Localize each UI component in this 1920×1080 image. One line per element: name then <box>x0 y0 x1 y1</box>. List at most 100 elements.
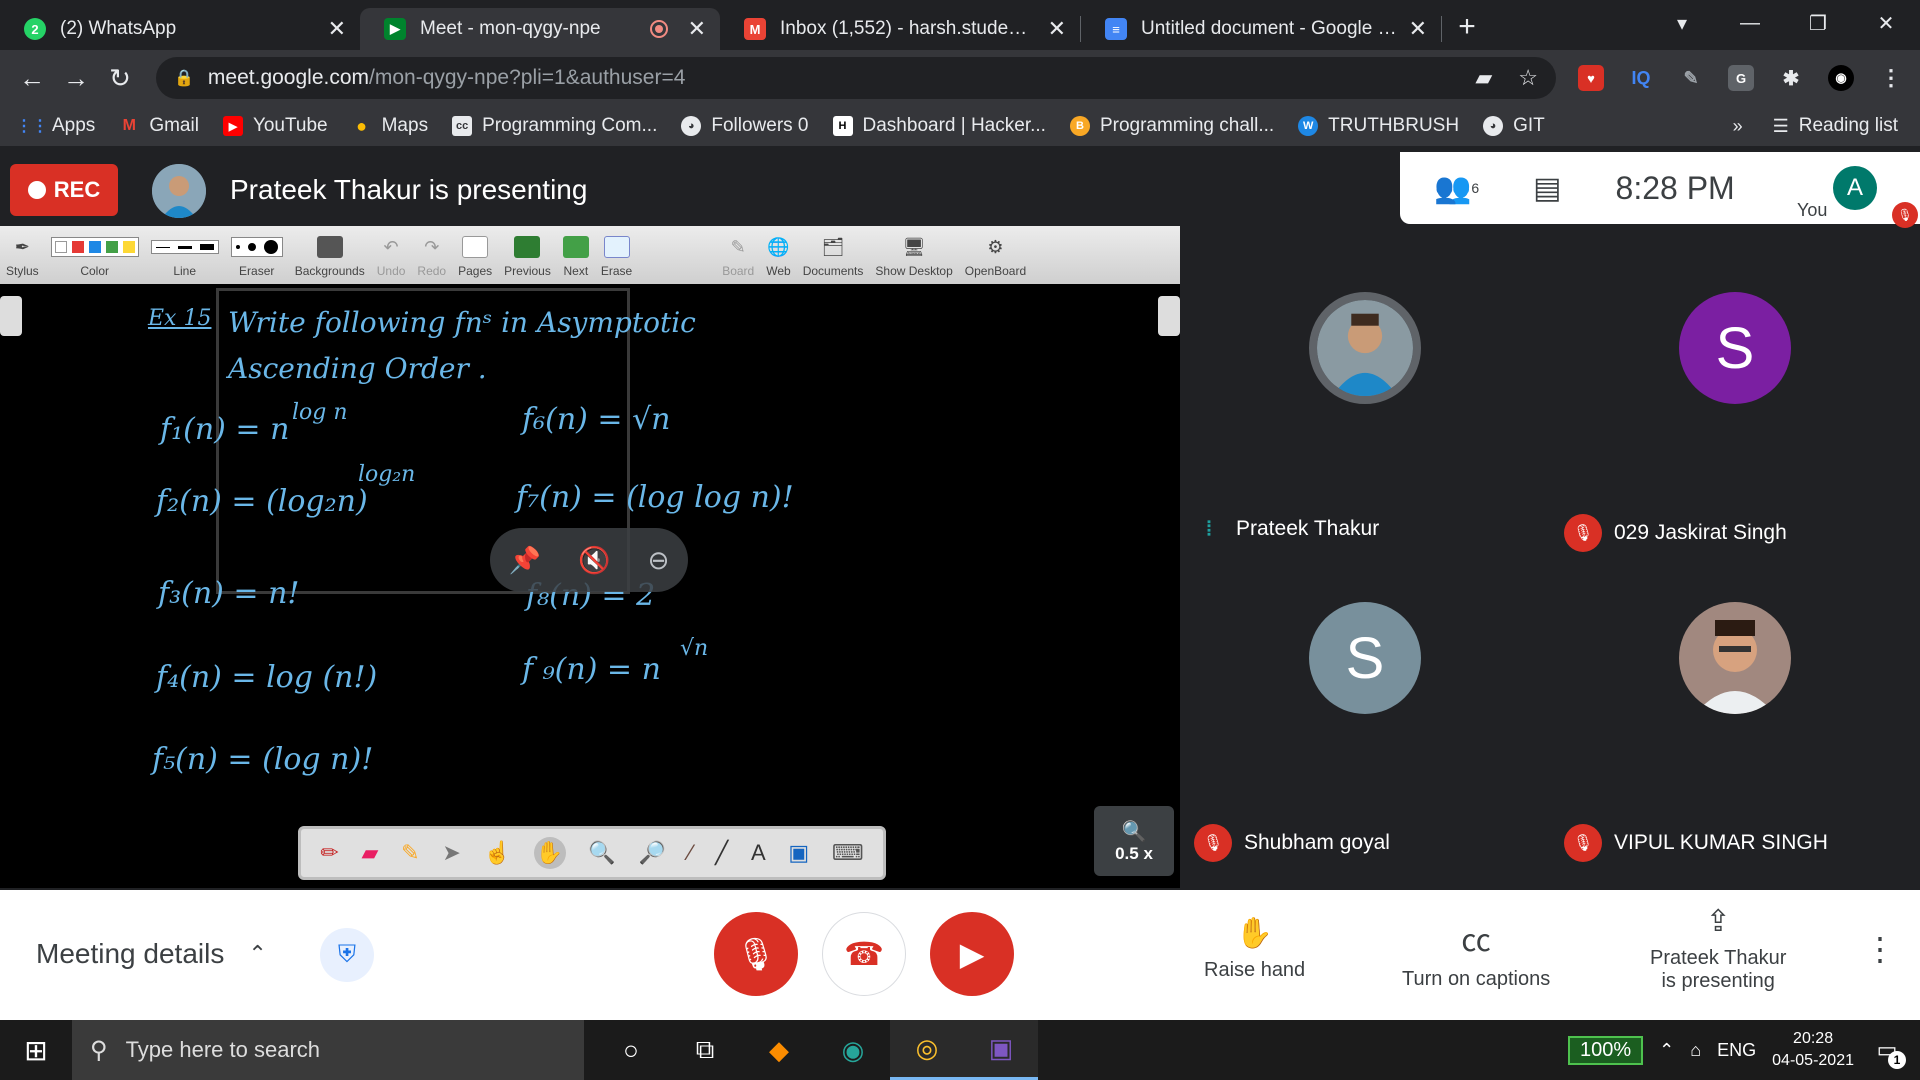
remove-icon[interactable]: ⊖ <box>648 545 670 576</box>
close-window-icon[interactable]: ✕ <box>1852 11 1920 36</box>
tab-whatsapp[interactable]: 2 (2) WhatsApp ✕ <box>0 8 360 50</box>
bookmark-programming-com[interactable]: cc Programming Com... <box>452 115 657 137</box>
chrome-menu-icon[interactable]: ⋮ <box>1878 65 1904 91</box>
tool-web[interactable]: 🌐 Web <box>766 234 790 279</box>
cortana-icon[interactable]: ○ <box>594 1020 668 1080</box>
participant-tile[interactable]: S 🎙 Shubham goyal <box>1180 558 1550 868</box>
line-width-selector[interactable] <box>150 240 219 254</box>
tool-pages[interactable]: Pages <box>458 234 492 278</box>
participant-tile[interactable]: ⦙ Prateek Thakur <box>1180 248 1550 558</box>
participant-tile[interactable]: S 🎙 029 Jaskirat Singh <box>1550 248 1920 558</box>
tool-openboard[interactable]: ⚙ OpenBoard <box>965 234 1026 279</box>
tool-previous[interactable]: Previous <box>504 234 551 278</box>
bookmark-hackerrank[interactable]: H Dashboard | Hacker... <box>832 115 1046 137</box>
bookmark-maps[interactable]: ● Maps <box>352 115 428 137</box>
network-icon[interactable]: ⌂ <box>1690 1040 1701 1061</box>
close-tab-icon[interactable]: ✕ <box>1048 16 1066 42</box>
tool-color[interactable]: Color <box>50 234 139 278</box>
tool-stylus[interactable]: ✒ Stylus <box>6 234 39 279</box>
tab-meet[interactable]: ▶ Meet - mon-qygy-npe ✕ <box>360 8 720 50</box>
system-clock[interactable]: 20:28 04-05-2021 <box>1772 1028 1854 1072</box>
tool-line[interactable]: Line <box>150 234 219 278</box>
pocket-extension-icon[interactable]: ♥ <box>1578 65 1604 91</box>
line-tool-icon[interactable]: ╱ <box>715 840 728 866</box>
zoom-in-tool-icon[interactable]: 🔍 <box>588 840 615 866</box>
battery-indicator[interactable]: 100% <box>1568 1035 1644 1065</box>
tab-gmail[interactable]: M Inbox (1,552) - harsh.student99@ ✕ <box>720 8 1080 50</box>
notifications-icon[interactable]: ▭ 1 <box>1870 1033 1906 1069</box>
bookmark-truthbrush[interactable]: W TRUTHBRUSH <box>1298 115 1459 137</box>
taskbar-search[interactable]: ⚲ Type here to search <box>72 1020 584 1080</box>
tool-eraser[interactable]: Eraser <box>230 234 283 278</box>
participant-tile[interactable]: 🎙 VIPUL KUMAR SINGH <box>1550 558 1920 868</box>
address-bar[interactable]: 🔒 meet.google.com/mon-qygy-npe?pli=1&aut… <box>156 57 1556 99</box>
camera-toggle-button[interactable]: ▶ <box>930 912 1014 996</box>
profile-avatar-icon[interactable]: ◉ <box>1828 65 1854 91</box>
tool-documents[interactable]: 🗂 Documents <box>803 234 864 279</box>
right-panel-toggle[interactable] <box>1158 296 1180 336</box>
close-tab-icon[interactable]: ✕ <box>688 16 706 42</box>
more-bookmarks-icon[interactable]: » <box>1733 116 1743 137</box>
forward-icon[interactable]: → <box>54 63 98 94</box>
captions-button[interactable]: ㏄ Turn on captions <box>1402 916 1550 991</box>
tab-search-icon[interactable]: ▾ <box>1648 11 1716 36</box>
reload-icon[interactable]: ↻ <box>98 63 142 94</box>
people-icon[interactable]: 👥 6 <box>1434 171 1479 206</box>
left-panel-toggle[interactable] <box>0 296 22 336</box>
leave-call-button[interactable]: ☎ <box>822 912 906 996</box>
laser-pointer-tool-icon[interactable]: ⁄ <box>689 840 693 866</box>
close-tab-icon[interactable]: ✕ <box>1409 16 1427 42</box>
tool-undo[interactable]: ↶ Undo <box>377 234 406 279</box>
show-hidden-icons-icon[interactable]: ⌃ <box>1659 1040 1674 1061</box>
selector-tool-icon[interactable]: ➤ <box>442 840 460 866</box>
bookmark-gmail[interactable]: M Gmail <box>119 115 199 137</box>
pen-extension-icon[interactable]: ✎ <box>1678 65 1704 91</box>
brave-browser-icon[interactable]: ◆ <box>742 1020 816 1080</box>
color-swatches[interactable] <box>50 237 139 257</box>
keyboard-tool-icon[interactable]: ⌨ <box>832 840 864 866</box>
minimize-icon[interactable]: — <box>1716 12 1784 35</box>
close-tab-icon[interactable]: ✕ <box>328 16 346 42</box>
new-tab-button[interactable]: + <box>1442 10 1492 44</box>
openboard-app-icon[interactable]: ▣ <box>964 1020 1038 1080</box>
bookmark-git[interactable]: ◕ GIT <box>1483 115 1545 137</box>
task-view-icon[interactable]: ⧉ <box>668 1020 742 1080</box>
pen-tool-icon[interactable]: ✏ <box>320 840 338 866</box>
text-tool-icon[interactable]: A <box>751 840 766 866</box>
recording-badge[interactable]: REC <box>10 164 118 216</box>
chrome-browser-icon[interactable]: ◎ <box>890 1020 964 1080</box>
restore-icon[interactable]: ❐ <box>1784 11 1852 36</box>
reading-list-button[interactable]: Reading list <box>1799 115 1898 137</box>
tool-backgrounds[interactable]: Backgrounds <box>295 234 365 278</box>
marker-tool-icon[interactable]: ✎ <box>401 840 419 866</box>
whiteboard-canvas[interactable]: Ex 15 Write following fnˢ in Asymptotic … <box>0 284 1180 888</box>
windows-start-icon[interactable]: ⊞ <box>0 1034 72 1067</box>
bookmark-programming-chall[interactable]: B Programming chall... <box>1069 115 1274 137</box>
eraser-tool-icon[interactable]: ▰ <box>362 840 379 866</box>
bookmark-followers[interactable]: ◕ Followers 0 <box>681 115 809 137</box>
mic-toggle-button[interactable]: 🎙 <box>714 912 798 996</box>
presenting-button[interactable]: ⇪ Prateek Thakur is presenting <box>1650 904 1786 993</box>
meeting-details-button[interactable]: Meeting details ⌃ <box>36 938 267 970</box>
more-options-icon[interactable]: ⋮ <box>1864 930 1896 968</box>
back-icon[interactable]: ← <box>10 63 54 94</box>
hand-tool-icon[interactable]: ✋ <box>533 837 566 869</box>
bookmark-youtube[interactable]: ▶ YouTube <box>222 115 328 137</box>
iq-extension-icon[interactable]: IQ <box>1628 65 1654 91</box>
tool-redo[interactable]: ↷ Redo <box>417 234 446 279</box>
eraser-size-selector[interactable] <box>230 237 283 257</box>
grammarly-extension-icon[interactable]: G <box>1728 65 1754 91</box>
mute-for-all-icon[interactable]: 🔇 <box>578 545 610 576</box>
extensions-puzzle-icon[interactable]: ✱ <box>1778 65 1804 91</box>
host-controls-shield-icon[interactable]: ⛨ <box>320 928 374 982</box>
tool-board[interactable]: ✎ Board <box>722 234 754 279</box>
bookmark-apps[interactable]: ⋮⋮ Apps <box>16 115 95 137</box>
tool-next[interactable]: Next <box>562 234 589 278</box>
interact-tool-icon[interactable]: ☝ <box>483 840 510 866</box>
capture-tool-icon[interactable]: ▣ <box>788 840 809 866</box>
self-avatar[interactable]: A <box>1833 166 1877 210</box>
camera-in-use-icon[interactable]: ▰ <box>1475 65 1492 91</box>
input-language[interactable]: ENG <box>1717 1040 1756 1061</box>
pin-icon[interactable]: 📌 <box>509 545 541 576</box>
chat-icon[interactable]: ▤ <box>1533 171 1561 206</box>
